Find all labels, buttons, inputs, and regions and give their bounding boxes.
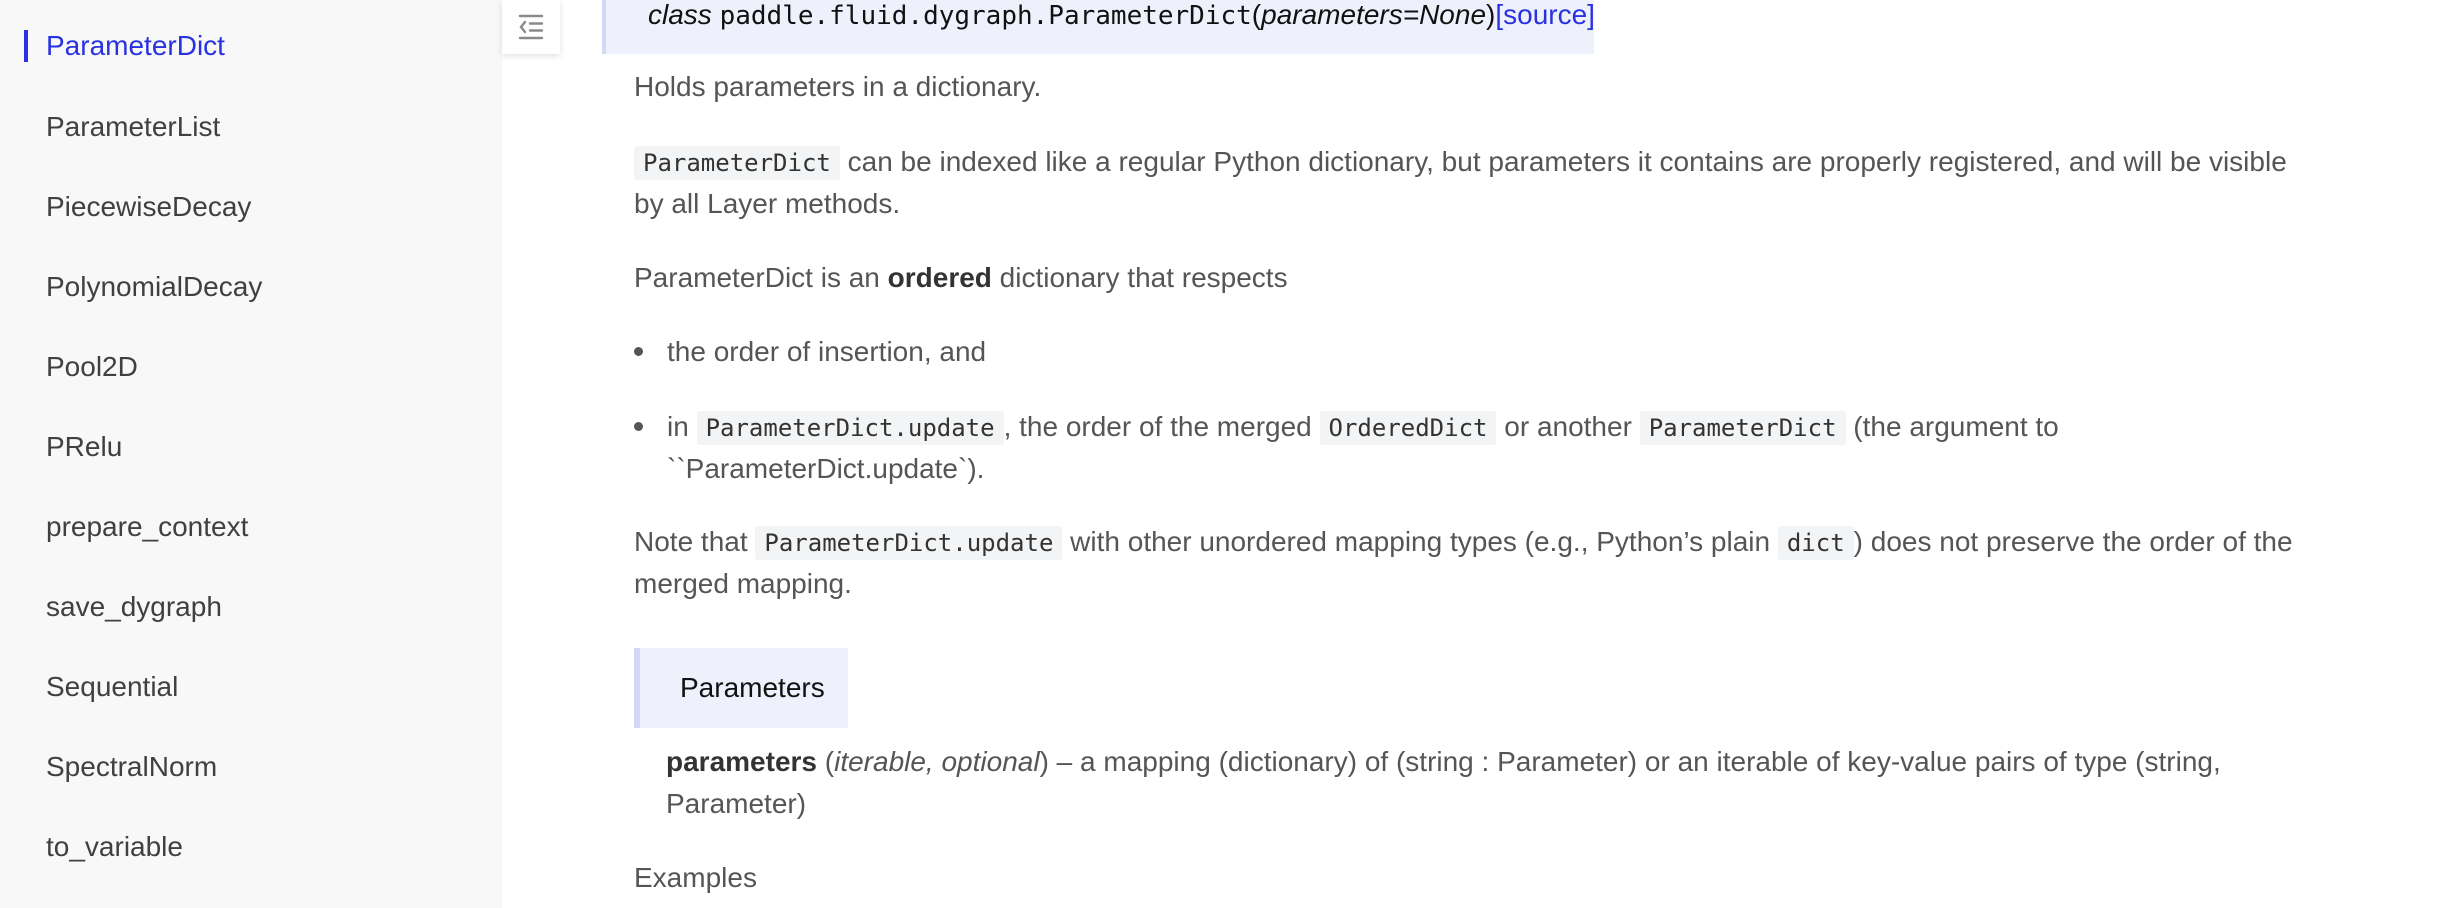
bullet-dot bbox=[634, 422, 643, 431]
close-paren: ) bbox=[1486, 0, 1496, 30]
paragraph-indexed: ParameterDict can be indexed like a regu… bbox=[634, 141, 2287, 184]
inline-code: ParameterDict bbox=[634, 146, 840, 180]
paragraph-ordered: ParameterDict is an ordered dictionary t… bbox=[634, 257, 1288, 299]
param-description: ) – a mapping (dictionary) of (string : … bbox=[1039, 746, 2221, 777]
note-text: ) does not preserve the order of the bbox=[1853, 526, 2293, 557]
sidebar-item-polynomialdecay[interactable]: PolynomialDecay bbox=[46, 269, 262, 305]
sidebar-item-sequential[interactable]: Sequential bbox=[46, 669, 178, 705]
examples-label: Examples bbox=[634, 862, 757, 893]
inline-code: dict bbox=[1777, 526, 1854, 560]
bullet-dot bbox=[634, 347, 643, 356]
bullet-text: (the argument to bbox=[1845, 411, 2059, 442]
toc-toggle-button[interactable] bbox=[502, 0, 560, 54]
sidebar-item-parameterdict[interactable]: ParameterDict bbox=[46, 28, 225, 64]
param-text: ( bbox=[816, 746, 835, 777]
class-params: parameters=None bbox=[1261, 0, 1487, 30]
paragraph-note: Note that ParameterDict.update with othe… bbox=[634, 521, 2293, 564]
class-name: paddle.fluid.dygraph.ParameterDict bbox=[719, 1, 1252, 31]
parameters-title: Parameters bbox=[680, 672, 825, 703]
sidebar-item-prepare-context[interactable]: prepare_context bbox=[46, 509, 248, 545]
bullet-text: , the order of the merged bbox=[1003, 411, 1320, 442]
bold-ordered: ordered bbox=[887, 262, 992, 293]
paragraph-text: ParameterDict is an bbox=[634, 262, 888, 293]
note-text: Note that bbox=[634, 526, 756, 557]
sidebar-item-pool2d[interactable]: Pool2D bbox=[46, 349, 138, 385]
outdent-icon bbox=[516, 12, 546, 42]
inline-code: ParameterDict bbox=[1639, 411, 1846, 445]
param-type: iterable, optional bbox=[834, 746, 1040, 777]
inline-code: OrderedDict bbox=[1319, 411, 1497, 445]
param-description-line2: Parameter) bbox=[666, 788, 807, 819]
parameters-header: Parameters bbox=[634, 648, 848, 728]
sidebar-item-save-dygraph[interactable]: save_dygraph bbox=[46, 589, 222, 625]
bullet-text: in bbox=[667, 411, 697, 442]
inline-code: ParameterDict.update bbox=[755, 526, 1063, 560]
bullet-item-update: in ParameterDict.update, the order of th… bbox=[667, 406, 2059, 449]
sidebar-item-spectralnorm[interactable]: SpectralNorm bbox=[46, 749, 217, 785]
sidebar-item-parameterlist[interactable]: ParameterList bbox=[46, 109, 220, 145]
bullet-item-update-line2: ``ParameterDict.update`). bbox=[667, 453, 985, 484]
sidebar-item-piecewisedecay[interactable]: PiecewiseDecay bbox=[46, 189, 251, 225]
active-indicator bbox=[24, 30, 28, 62]
bullet-text: or another bbox=[1496, 411, 1640, 442]
class-signature: class paddle.fluid.dygraph.ParameterDict… bbox=[602, 0, 1595, 54]
summary-text: Holds parameters in a dictionary. bbox=[634, 71, 1042, 102]
bullet-item-insertion: the order of insertion, and bbox=[667, 336, 987, 367]
paragraph-text-line2: by all Layer methods. bbox=[634, 188, 901, 219]
inline-code: ParameterDict.update bbox=[696, 411, 1004, 445]
note-text: with other unordered mapping types (e.g.… bbox=[1062, 526, 1778, 557]
open-paren: ( bbox=[1251, 0, 1262, 30]
paragraph-text: can be indexed like a regular Python dic… bbox=[839, 146, 2287, 177]
source-link[interactable]: [source] bbox=[1495, 0, 1595, 30]
sidebar-item-to-variable[interactable]: to_variable bbox=[46, 829, 183, 865]
paragraph-note-line2: merged mapping. bbox=[634, 568, 852, 599]
class-keyword: class bbox=[648, 0, 712, 30]
param-name: parameters bbox=[666, 746, 817, 777]
paragraph-text: dictionary that respects bbox=[991, 262, 1288, 293]
param-entry: parameters (iterable, optional) – a mapp… bbox=[666, 741, 2221, 783]
sidebar-nav: ParameterDict ParameterList PiecewiseDec… bbox=[0, 0, 502, 908]
sidebar-item-prelu[interactable]: PRelu bbox=[46, 429, 122, 465]
